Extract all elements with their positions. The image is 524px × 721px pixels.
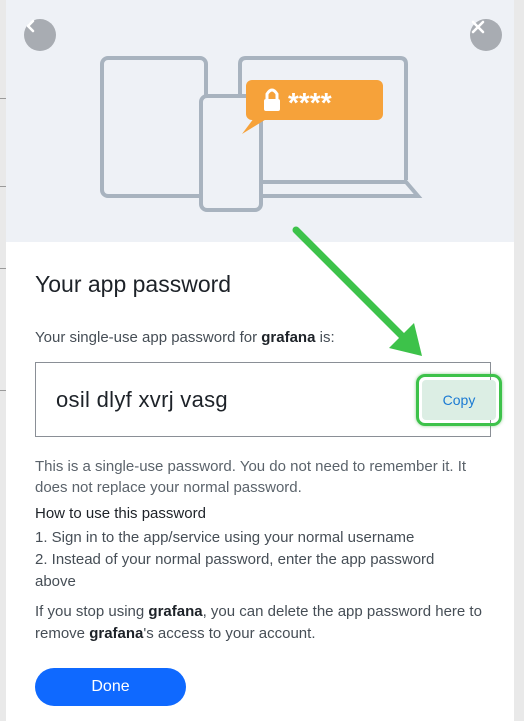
hero-illustration: ****	[6, 0, 514, 242]
removal-prefix: If you stop using	[35, 603, 149, 620]
copy-button[interactable]: Copy	[422, 380, 496, 420]
dialog-title: Your app password	[35, 271, 232, 297]
app-name: grafana	[89, 625, 144, 642]
removal-suffix: 's access to your account.	[143, 625, 316, 642]
howto-step-1: 1. Sign in to the app/service using your…	[35, 529, 415, 546]
app-password-value[interactable]: osil dlyf xvrj vasg	[56, 387, 228, 413]
subtitle-suffix: is:	[315, 329, 335, 346]
done-button[interactable]: Done	[35, 668, 186, 706]
close-icon	[471, 20, 485, 34]
tablet-icon	[100, 56, 208, 198]
devices-illustration: ****	[100, 56, 423, 212]
app-name: grafana	[261, 329, 316, 346]
howto-heading: How to use this password	[35, 505, 206, 522]
app-name: grafana	[148, 603, 203, 620]
removal-note: If you stop using grafana, you can delet…	[35, 601, 495, 645]
badge-mask-text: ****	[288, 87, 332, 118]
app-password-dialog: **** Your app password Your single-use a…	[6, 0, 514, 721]
chevron-left-icon	[26, 19, 35, 33]
dialog-subtitle: Your single-use app password for grafana…	[35, 329, 335, 346]
close-button[interactable]	[470, 19, 502, 51]
single-use-note: This is a single-use password. You do no…	[35, 458, 467, 496]
lock-icon	[264, 99, 280, 111]
subtitle-prefix: Your single-use app password for	[35, 329, 262, 346]
howto-step-2: 2. Instead of your normal password, ente…	[35, 551, 435, 590]
back-button[interactable]	[24, 19, 56, 51]
